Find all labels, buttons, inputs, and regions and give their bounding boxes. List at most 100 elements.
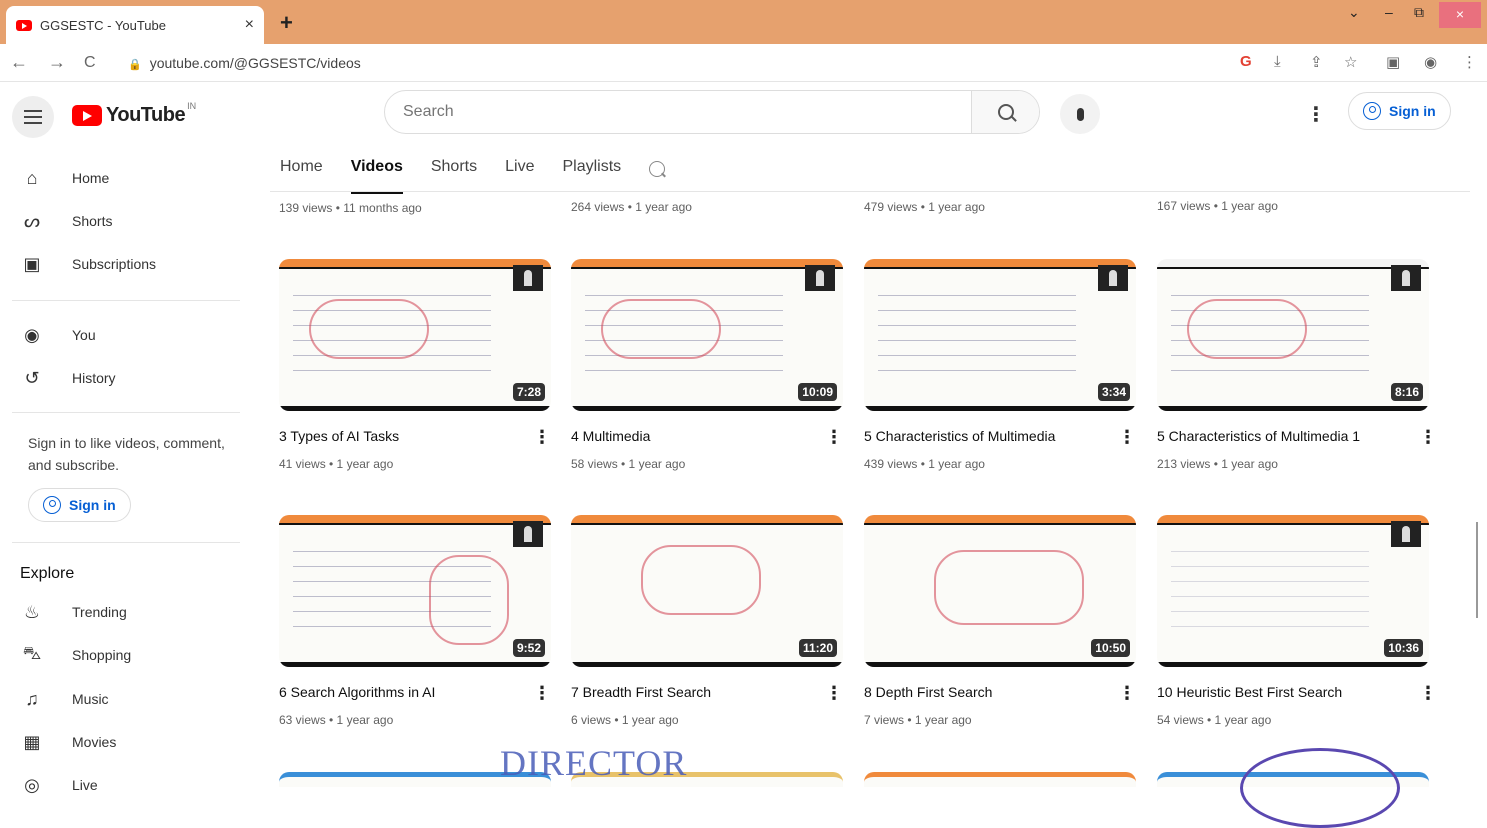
video-meta: 167 views • 1 year ago <box>1157 199 1278 213</box>
restore-button[interactable]: ⧉ <box>1414 4 1424 21</box>
presenter-cam <box>513 521 543 547</box>
voice-search-button[interactable] <box>1060 94 1100 134</box>
tab-live[interactable]: Live <box>505 148 534 192</box>
video-card[interactable]: 8:16 5 Characteristics of Multimedia 1 ⋮… <box>1157 259 1437 479</box>
video-duration: 9:52 <box>512 639 545 657</box>
video-title[interactable]: 3 Types of AI Tasks <box>279 428 399 444</box>
reload-icon[interactable]: C <box>84 54 96 72</box>
tab-close-icon[interactable]: × <box>245 16 254 34</box>
sidebar-item-you[interactable]: ◉ You <box>0 315 240 355</box>
sidebar-item-label: Home <box>72 170 110 186</box>
video-thumbnail[interactable]: 10:09 <box>571 259 843 411</box>
search-input[interactable] <box>385 91 971 133</box>
video-thumbnail[interactable]: 11:20 <box>571 515 843 667</box>
music-icon: ♫ <box>25 688 39 709</box>
hamburger-menu-icon[interactable] <box>12 96 54 138</box>
window-close-button[interactable]: × <box>1439 2 1481 28</box>
share-icon[interactable]: ⇪ <box>1310 53 1323 71</box>
tab-search-icon[interactable]: ⌄ <box>1348 4 1360 21</box>
video-card[interactable]: 9:52 6 Search Algorithms in AI ⋮ 63 view… <box>279 515 551 735</box>
header-sign-in-button[interactable]: Sign in <box>1348 92 1451 130</box>
url-field[interactable]: 🔒 youtube.com/@GGSESTC/videos <box>128 55 361 71</box>
video-card[interactable]: 11:20 7 Breadth First Search ⋮ 6 views •… <box>571 515 843 735</box>
scrollbar[interactable] <box>1476 522 1478 618</box>
more-options-icon[interactable]: ⋮ <box>825 427 843 448</box>
sidebar-item-label: You <box>72 327 96 343</box>
video-meta: 58 views • 1 year ago <box>571 457 686 471</box>
sidebar-item-home[interactable]: ⌂ Home <box>0 158 240 198</box>
video-thumbnail[interactable]: 8:16 <box>1157 259 1429 411</box>
video-title[interactable]: 5 Characteristics of Multimedia 1 <box>1157 428 1360 444</box>
sidebar-item-trending[interactable]: ♨ Trending <box>0 592 240 632</box>
minimize-button[interactable]: – <box>1385 4 1393 20</box>
video-meta: 41 views • 1 year ago <box>279 457 394 471</box>
back-icon[interactable]: ← <box>10 52 28 73</box>
sidebar-sign-in-button[interactable]: Sign in <box>28 488 131 522</box>
more-options-icon[interactable]: ⋮ <box>533 683 551 704</box>
video-thumbnail[interactable]: 3:34 <box>864 259 1136 411</box>
side-panel-icon[interactable]: ▣ <box>1386 53 1400 71</box>
video-duration: 11:20 <box>798 639 837 657</box>
bookmark-star-icon[interactable]: ☆ <box>1344 53 1357 71</box>
sidebar-divider <box>12 300 240 301</box>
sidebar-item-music[interactable]: ♫ Music <box>0 679 240 719</box>
youtube-header: YouTube IN ⋮ Sign in <box>0 82 1487 144</box>
tab-playlists[interactable]: Playlists <box>562 148 621 192</box>
tab-home[interactable]: Home <box>280 148 323 192</box>
more-options-icon[interactable]: ⋮ <box>1419 427 1437 448</box>
user-icon <box>1363 102 1381 120</box>
video-card[interactable]: 7:28 3 Types of AI Tasks ⋮ 41 views • 1 … <box>279 259 551 479</box>
channel-tabs: Home Videos Shorts Live Playlists <box>280 148 666 194</box>
channel-search-icon[interactable] <box>649 161 666 177</box>
video-card[interactable]: 10:50 8 Depth First Search ⋮ 7 views • 1… <box>864 515 1136 735</box>
video-title[interactable]: 5 Characteristics of Multimedia <box>864 428 1055 444</box>
new-tab-button[interactable]: + <box>280 10 293 36</box>
video-card[interactable]: 10:09 4 Multimedia ⋮ 58 views • 1 year a… <box>571 259 843 479</box>
settings-menu-icon[interactable]: ⋮ <box>1306 102 1326 127</box>
video-thumbnail[interactable]: 7:28 <box>279 259 551 411</box>
sidebar-item-label: Trending <box>72 604 127 620</box>
live-icon: ◎ <box>24 774 40 795</box>
institution-seal <box>1240 748 1400 828</box>
more-options-icon[interactable]: ⋮ <box>1118 683 1136 704</box>
video-title[interactable]: 8 Depth First Search <box>864 684 992 700</box>
more-options-icon[interactable]: ⋮ <box>1419 683 1437 704</box>
tab-videos[interactable]: Videos <box>350 148 404 194</box>
sidebar-item-label: Live <box>72 777 98 793</box>
browser-tab[interactable]: GGSESTC - YouTube × <box>6 6 264 44</box>
sidebar-item-shorts[interactable]: ᔕ Shorts <box>0 201 240 241</box>
video-title[interactable]: 6 Search Algorithms in AI <box>279 684 435 700</box>
forward-icon[interactable]: → <box>48 52 66 73</box>
video-duration: 10:36 <box>1384 639 1423 657</box>
search-button[interactable] <box>971 91 1039 133</box>
video-thumbnail[interactable] <box>864 772 1136 787</box>
video-thumbnail[interactable]: 9:52 <box>279 515 551 667</box>
install-icon[interactable]: ⤓ <box>1274 53 1281 70</box>
sidebar-item-shopping[interactable]: ⛍ Shopping <box>0 635 240 675</box>
more-options-icon[interactable]: ⋮ <box>1118 427 1136 448</box>
video-card[interactable]: 3:34 5 Characteristics of Multimedia ⋮ 4… <box>864 259 1136 479</box>
sidebar-item-subscriptions[interactable]: ▣ Subscriptions <box>0 244 240 284</box>
presenter-cam <box>805 265 835 291</box>
presenter-cam <box>1391 265 1421 291</box>
browser-menu-icon[interactable]: ⋮ <box>1462 53 1477 71</box>
google-icon[interactable]: G <box>1240 53 1252 70</box>
tab-shorts[interactable]: Shorts <box>431 148 477 192</box>
video-thumbnail[interactable]: 10:36 <box>1157 515 1429 667</box>
more-options-icon[interactable]: ⋮ <box>825 683 843 704</box>
explore-heading: Explore <box>20 565 75 582</box>
youtube-logo[interactable]: YouTube IN <box>72 101 196 127</box>
user-icon <box>43 496 61 514</box>
video-card[interactable]: 10:36 10 Heuristic Best First Search ⋮ 5… <box>1157 515 1437 735</box>
sidebar-item-movies[interactable]: ▦ Movies <box>0 722 240 762</box>
sidebar-item-live[interactable]: ◎ Live <box>0 765 240 805</box>
video-duration: 8:16 <box>1390 383 1423 401</box>
video-thumbnail[interactable]: 10:50 <box>864 515 1136 667</box>
video-title[interactable]: 7 Breadth First Search <box>571 684 711 700</box>
sidebar-item-history[interactable]: ↺ History <box>0 358 240 398</box>
video-title[interactable]: 10 Heuristic Best First Search <box>1157 684 1342 700</box>
profile-icon[interactable]: ◉ <box>1424 53 1437 71</box>
video-title[interactable]: 4 Multimedia <box>571 428 650 444</box>
subscriptions-icon: ▣ <box>23 253 41 274</box>
more-options-icon[interactable]: ⋮ <box>533 427 551 448</box>
